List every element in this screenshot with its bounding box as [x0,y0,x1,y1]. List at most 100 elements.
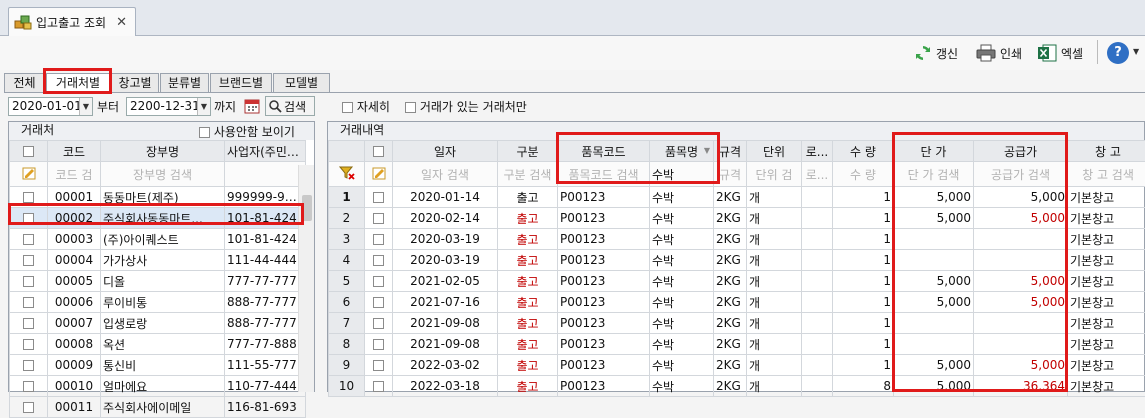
select-all-checkbox[interactable] [365,141,393,162]
table-row[interactable]: 00004가가상사111-44-444 [10,250,306,271]
row-checkbox[interactable] [365,187,393,208]
row-checkbox[interactable] [365,271,393,292]
help-icon[interactable]: ? [1107,42,1129,64]
tab-by-customer[interactable]: 거래처별 [46,73,110,93]
column-header-item-name[interactable]: 품목명▼ [650,141,714,162]
table-row[interactable]: 00001동동마트(제주)999999-9999 [10,187,306,208]
unused-checkbox[interactable]: 사용안함 보이기 [199,124,295,141]
search-button[interactable]: 검색 [265,96,315,116]
row-checkbox[interactable] [10,313,48,334]
chevron-down-icon[interactable]: ▼ [79,98,92,115]
column-header-bizno[interactable]: 사업자(주민)번호 [225,141,306,162]
row-checkbox[interactable] [365,292,393,313]
warehouse-filter-input[interactable]: 창 고 검색 [1068,162,1145,187]
chevron-down-icon[interactable]: ▼ [1133,47,1139,56]
spec-filter-input[interactable]: 규격 [714,162,747,187]
row-checkbox[interactable] [10,292,48,313]
table-row[interactable]: 00006루이비통888-77-777 [10,292,306,313]
table-row[interactable]: 00011주식회사에이메일116-81-693 [10,397,306,418]
filter-icon[interactable]: ▼ [704,146,710,155]
table-row[interactable]: 22020-02-14출고P00123수박2KG개15,0005,000기본창고 [329,208,1145,229]
column-header-qty[interactable]: 수 량 [833,141,894,162]
row-checkbox[interactable] [10,229,48,250]
column-header-name[interactable]: 장부명 [101,141,225,162]
table-row[interactable]: 32020-03-19출고P00123수박2KG개1기본창고 [329,229,1145,250]
select-all-checkbox[interactable] [10,141,48,162]
clear-filter-icon[interactable] [329,162,365,187]
column-header-code[interactable]: 코드 [48,141,101,162]
unit-price-filter-input[interactable]: 단 가 검색 [894,162,974,187]
date-to-field[interactable]: 2200-12-31 ▼ [126,97,211,116]
table-row[interactable]: 00005디올777-77-777 [10,271,306,292]
item-code-filter-input[interactable]: 품목코드 검색 [558,162,650,187]
table-row[interactable]: 72021-09-08출고P00123수박2KG개1기본창고 [329,313,1145,334]
row-checkbox[interactable] [10,397,48,418]
has-trade-checkbox[interactable]: 거래가 있는 거래처만 [405,98,527,115]
tab-by-model[interactable]: 모델별 [273,73,330,93]
table-row[interactable]: 00008옥션777-77-888 [10,334,306,355]
row-checkbox[interactable] [365,229,393,250]
table-row[interactable]: 00007입생로랑888-77-777 [10,313,306,334]
row-checkbox[interactable] [10,334,48,355]
column-header-unit-price[interactable]: 단 가 [894,141,974,162]
column-header-warehouse[interactable]: 창 고 [1068,141,1145,162]
row-checkbox[interactable] [10,208,48,229]
table-row[interactable]: 92022-03-02출고P00123수박2KG개15,0005,000기본창고 [329,355,1145,376]
table-row[interactable]: 12020-01-14출고P00123수박2KG개15,0005,000기본창고 [329,187,1145,208]
supply-filter-input[interactable]: 공급가 검색 [974,162,1068,187]
tab-all[interactable]: 전체 [4,73,45,93]
column-header-spec[interactable]: 규격 [714,141,747,162]
row-checkbox[interactable] [365,376,393,397]
qty-filter-input[interactable]: 수 량 [833,162,894,187]
table-row[interactable]: 00010얼마에요110-77-444 [10,376,306,397]
item-name-filter-input[interactable]: 수박 [650,162,714,187]
row-checkbox[interactable] [365,313,393,334]
tab-by-category[interactable]: 분류별 [160,73,209,93]
row-checkbox[interactable] [10,187,48,208]
table-row[interactable]: 42020-03-19출고P00123수박2KG개1기본창고 [329,250,1145,271]
row-checkbox[interactable] [365,250,393,271]
row-checkbox[interactable] [10,376,48,397]
column-header-type[interactable]: 구분 [498,141,558,162]
type-filter-input[interactable]: 구분 검색 [498,162,558,187]
row-checkbox[interactable] [10,271,48,292]
detail-checkbox[interactable]: 자세히 [342,98,390,115]
date-filter-input[interactable]: 일자 검색 [393,162,498,187]
code-filter-input[interactable]: 코드 검 [48,162,101,187]
date-from-field[interactable]: 2020-01-01 ▼ [8,97,93,116]
checkbox[interactable] [342,102,353,113]
lot-filter-input[interactable]: 로... [802,162,833,187]
checkbox[interactable] [199,127,210,138]
table-row[interactable]: 52021-02-05출고P00123수박2KG개15,0005,000기본창고 [329,271,1145,292]
column-header-date[interactable]: 일자 [393,141,498,162]
row-checkbox[interactable] [10,250,48,271]
bizno-filter-input[interactable] [225,162,306,187]
close-icon[interactable]: ✕ [116,15,127,30]
calendar-icon[interactable] [244,97,260,114]
scrollbar[interactable] [298,165,314,392]
scrollbar-thumb[interactable] [302,195,312,221]
excel-button[interactable]: 엑셀 [1037,42,1083,64]
row-checkbox[interactable] [10,355,48,376]
print-button[interactable]: 인쇄 [976,42,1022,64]
row-checkbox[interactable] [365,208,393,229]
table-row[interactable]: 82021-09-08출고P00123수박2KG개1기본창고 [329,334,1145,355]
column-header-supply[interactable]: 공급가 [974,141,1068,162]
tab-by-brand[interactable]: 브랜드별 [210,73,272,93]
tab-by-warehouse[interactable]: 창고별 [111,73,159,93]
row-checkbox[interactable] [365,334,393,355]
column-header-lot[interactable]: 로... [802,141,833,162]
table-row[interactable]: 00003(주)아이퀘스트101-81-424 [10,229,306,250]
table-row[interactable]: 00009통신비111-55-777 [10,355,306,376]
table-row[interactable]: 62021-07-16출고P00123수박2KG개15,0005,000기본창고 [329,292,1145,313]
column-header-unit[interactable]: 단위 [747,141,802,162]
table-row[interactable]: 102022-03-18출고P00123수박2KG개85,00036,364기본… [329,376,1145,397]
row-checkbox[interactable] [365,355,393,376]
checkbox[interactable] [405,102,416,113]
window-tab[interactable]: 입고출고 조회 ✕ [8,7,136,36]
refresh-button[interactable]: 갱신 [914,42,958,64]
chevron-down-icon[interactable]: ▼ [197,98,210,115]
table-row[interactable]: 00002주식회사동동마트...101-81-424 [10,208,306,229]
name-filter-input[interactable]: 장부명 검색 [101,162,225,187]
unit-filter-input[interactable]: 단위 검 [747,162,802,187]
